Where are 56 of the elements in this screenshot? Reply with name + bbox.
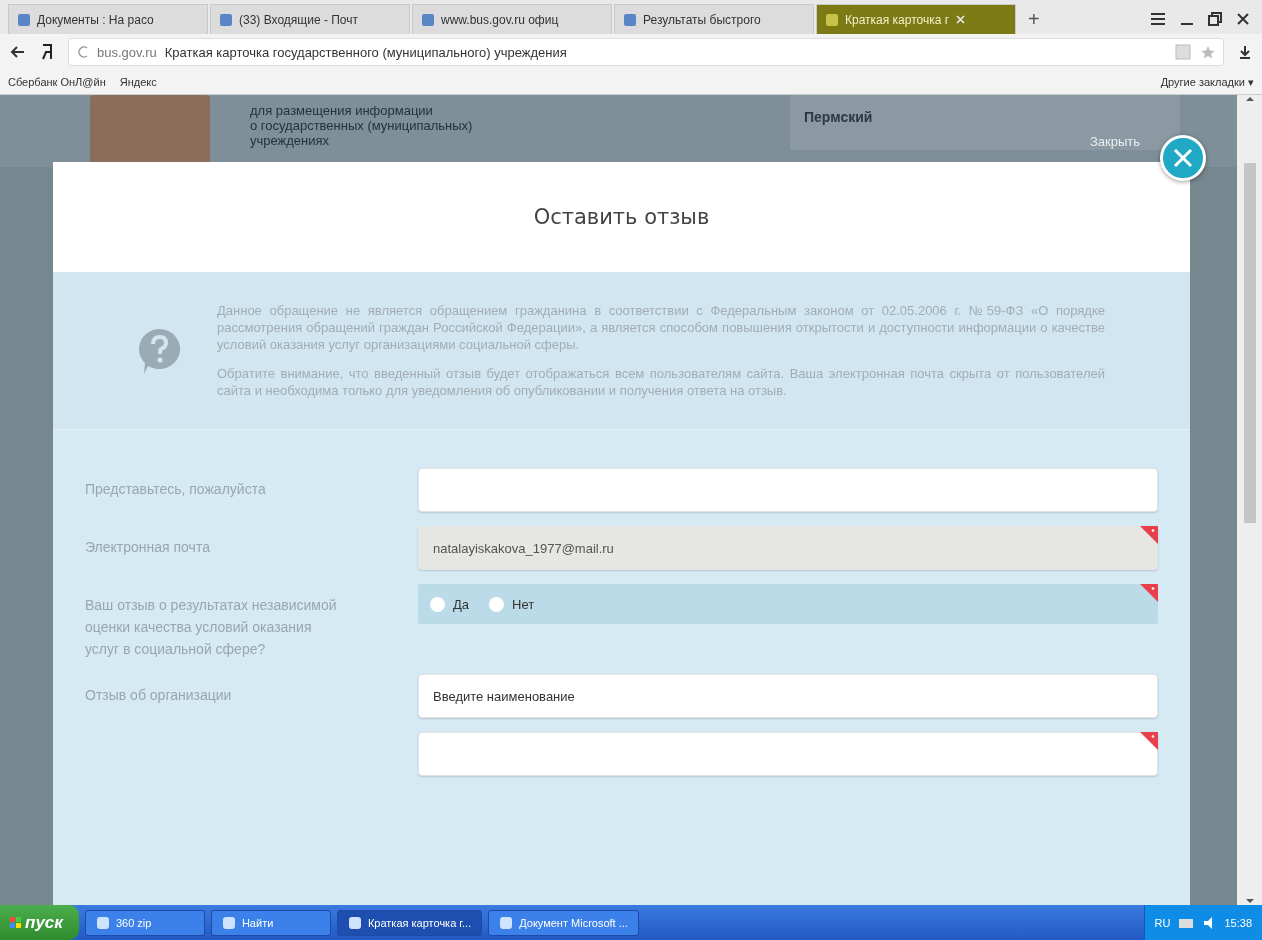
- star-icon[interactable]: [1201, 45, 1215, 59]
- url-domain: bus.gov.ru: [97, 44, 157, 60]
- notice-paragraph: Данное обращение не является обращением гражданина в соответствии с Федеральным законом от 02.05.2006 г. №59-ФЗ «О порядке рассмотрения обращений граждан Российской Федерации», а является способом повышения открытости и доступности информации о качестве условий оказания услуг организациями социальной сферы.: [217, 302, 1105, 353]
- radio-button[interactable]: [489, 596, 505, 612]
- field-label: Ваш отзыв о результатах независимой оценки качества условий оказания услуг в социальной сфере?: [85, 596, 338, 659]
- radio-button[interactable]: [430, 596, 445, 612]
- taskbar-item[interactable]: 360 zip: [84, 909, 205, 936]
- radio-option[interactable]: Да: [430, 589, 470, 619]
- favicon-icon: [421, 12, 435, 27]
- field-label: Представьтесь, пожалуйста: [85, 480, 267, 499]
- app-icon: [95, 915, 110, 930]
- input-field[interactable]: [418, 468, 1158, 512]
- field-label: Электронная почта: [85, 538, 211, 557]
- windows-logo-icon: [10, 917, 21, 928]
- app-icon: [499, 915, 514, 930]
- favicon-icon: [825, 12, 839, 27]
- app-icon: [347, 915, 362, 930]
- favicon-icon: [623, 12, 637, 27]
- favicon-icon: [219, 12, 233, 27]
- radio-group[interactable]: Да Нет: [418, 584, 1158, 624]
- new-tab-button[interactable]: +: [1018, 4, 1050, 34]
- close-icon: [1172, 147, 1194, 169]
- taskbar-item[interactable]: Документ Microsoft ...: [488, 909, 639, 936]
- browser-tab[interactable]: (33) Входящие - Почт: [210, 4, 410, 34]
- browser-tab[interactable]: Результаты быстрого: [614, 4, 814, 34]
- scrollbar-thumb[interactable]: [1243, 163, 1256, 523]
- radio-option[interactable]: Нет: [489, 589, 535, 619]
- input-field[interactable]: [418, 732, 1158, 776]
- reload-icon[interactable]: [77, 45, 89, 59]
- dialog-title: Оставить отзыв: [533, 205, 710, 229]
- browser-logo-icon[interactable]: [40, 43, 54, 61]
- address-bar[interactable]: bus.gov.ru Краткая карточка государственного (муниципального) учреждения: [68, 38, 1224, 66]
- field-label: Отзыв об организации: [85, 686, 233, 705]
- browser-tab[interactable]: www.bus.gov.ru офиц: [412, 4, 612, 34]
- taskbar-item[interactable]: Найти: [210, 909, 331, 936]
- bookmark-link[interactable]: Сбербанк ОнЛ@йн: [8, 76, 106, 88]
- browser-tab[interactable]: Краткая карточка г: [816, 4, 1016, 34]
- site-heading-text: учреждениях: [250, 133, 331, 148]
- input-field[interactable]: Введите наименование: [418, 674, 1158, 718]
- menu-icon[interactable]: [1150, 11, 1166, 27]
- close-icon[interactable]: [1236, 12, 1250, 26]
- site-heading-text: для размещения информации: [250, 103, 434, 118]
- download-icon[interactable]: [1238, 45, 1252, 59]
- browser-tab[interactable]: Документы : На расо: [8, 4, 208, 34]
- site-heading-text: о государственных (муниципальных): [250, 118, 474, 133]
- app-icon: [221, 915, 236, 930]
- notice-paragraph: Обратите внимание, что введенный отзыв будет отображаться всем пользователям сайта. Ваша электронная почта скрыта от пользователей сайта и необходима только для уведомления об опубликовании и получения ответа на отзыв.: [217, 365, 1105, 399]
- taskbar-item[interactable]: Краткая карточка г...: [336, 909, 483, 936]
- page-title: Краткая карточка государственного (муниципального) учреждения: [164, 44, 567, 60]
- favicon-icon: [17, 12, 31, 27]
- other-bookmarks-link[interactable]: Другие закладки ▾: [1160, 75, 1254, 89]
- bookmark-link[interactable]: Яндекс: [119, 76, 157, 88]
- clock-text: 15:38: [1224, 916, 1252, 929]
- restore-icon[interactable]: [1208, 12, 1222, 26]
- back-arrow-icon[interactable]: [10, 44, 26, 60]
- language-indicator[interactable]: RU: [1154, 916, 1171, 929]
